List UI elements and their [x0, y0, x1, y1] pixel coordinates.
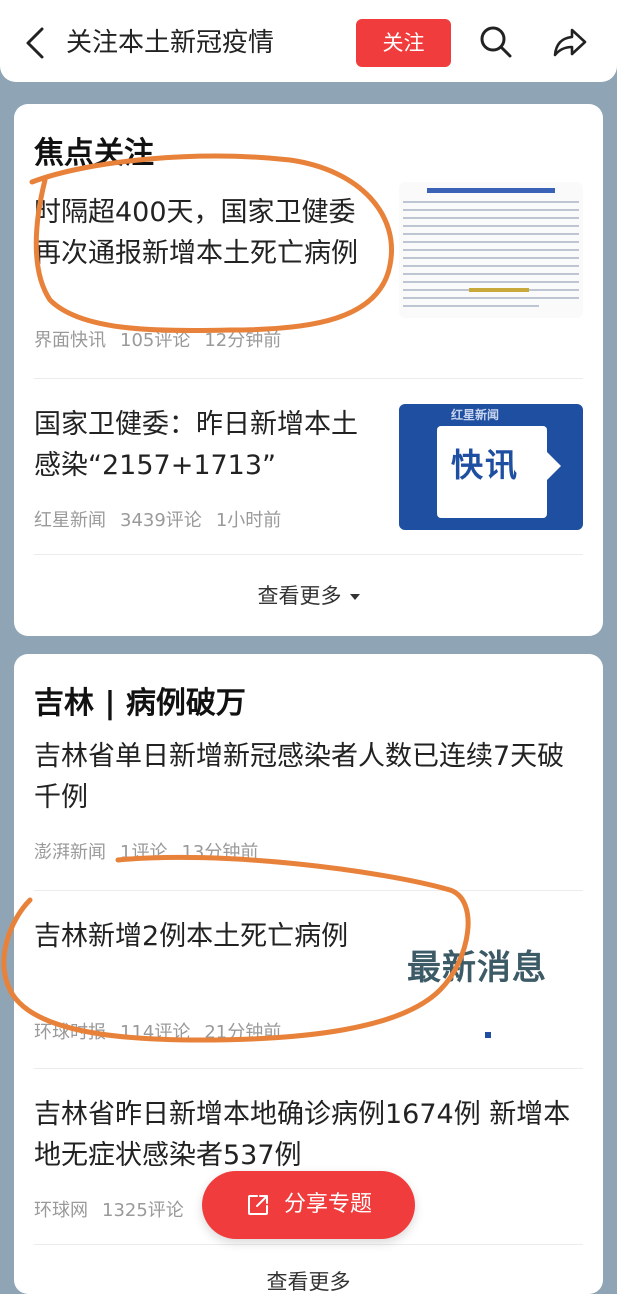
news-meta: 界面快讯 105评论 12分钟前 [34, 326, 295, 352]
news-title: 吉林新增2例本土死亡病例 [34, 921, 349, 952]
thumbnail-brand: 红星新闻 [451, 408, 500, 422]
divider [34, 1244, 583, 1245]
share-icon[interactable] [552, 24, 588, 60]
caret-down-icon [349, 594, 360, 600]
news-comments: 1325评论 [102, 1200, 184, 1221]
news-thumbnail: 红星新闻 快讯 [399, 404, 583, 530]
focus-card: 焦点关注 时隔超400天，国家卫健委再次通报新增本土死亡病例 界面快讯 105评论… [14, 104, 603, 636]
thumbnail-mark [485, 1032, 491, 1038]
search-icon[interactable] [478, 24, 514, 60]
divider [34, 378, 583, 379]
divider [34, 1068, 583, 1069]
news-source: 环球时报 [34, 1022, 106, 1043]
news-title: 时隔超400天，国家卫健委再次通报新增本土死亡病例 [34, 197, 358, 269]
divider [34, 890, 583, 891]
share-square-icon [248, 1195, 268, 1215]
news-comments: 105评论 [120, 330, 191, 351]
news-comments: 3439评论 [120, 510, 202, 531]
follow-button[interactable]: 关注 [356, 19, 451, 67]
news-source: 红星新闻 [34, 510, 106, 531]
document-thumbnail-icon [399, 182, 583, 318]
share-topic-button[interactable]: 分享专题 [202, 1171, 415, 1239]
news-title: 国家卫健委：昨日新增本土感染“2157+1713” [34, 409, 358, 481]
top-bar: 关注本土新冠疫情 关注 [0, 0, 617, 82]
back-arrow-icon[interactable] [22, 26, 50, 60]
thumbnail-text: 最新消息 [407, 948, 547, 988]
section-title: 焦点关注 [34, 136, 154, 171]
thumbnail-text: 快讯 [451, 446, 520, 484]
news-meta: 环球网 1325评论 [34, 1196, 198, 1222]
news-thumbnail [399, 182, 583, 318]
news-source: 环球网 [34, 1200, 88, 1221]
thumbnail-arrow-icon [547, 452, 561, 480]
news-comments: 114评论 [120, 1022, 191, 1043]
page-title: 关注本土新冠疫情 [66, 28, 275, 58]
view-more-label: 查看更多 [266, 1270, 351, 1294]
news-meta: 澎湃新闻 1评论 13分钟前 [34, 838, 272, 864]
view-more-button[interactable]: 查看更多 [14, 1266, 603, 1294]
news-time: 12分钟前 [204, 330, 282, 351]
view-more-label: 查看更多 [257, 584, 342, 608]
news-title: 吉林省昨日新增本地确诊病例1674例 新增本地无症状感染者537例 [34, 1099, 571, 1171]
share-topic-label: 分享专题 [284, 1192, 373, 1217]
news-title: 吉林省单日新增新冠感染者人数已连续7天破千例 [34, 741, 565, 813]
news-time: 1小时前 [215, 510, 282, 531]
news-meta: 红星新闻 3439评论 1小时前 [34, 506, 295, 532]
news-source: 澎湃新闻 [34, 842, 106, 863]
divider [34, 554, 583, 555]
view-more-button[interactable]: 查看更多 [14, 580, 603, 610]
section-title: 吉林 | 病例破万 [34, 686, 246, 721]
news-meta: 环球时报 114评论 21分钟前 [34, 1018, 295, 1044]
news-time: 13分钟前 [181, 842, 259, 863]
news-time: 21分钟前 [204, 1022, 282, 1043]
news-comments: 1评论 [120, 842, 168, 863]
news-thumbnail: 最新消息 [399, 904, 583, 1044]
news-item[interactable]: 吉林省单日新增新冠感染者人数已连续7天破千例 澎湃新闻 1评论 13分钟前 [34, 736, 584, 866]
news-source: 界面快讯 [34, 330, 106, 351]
